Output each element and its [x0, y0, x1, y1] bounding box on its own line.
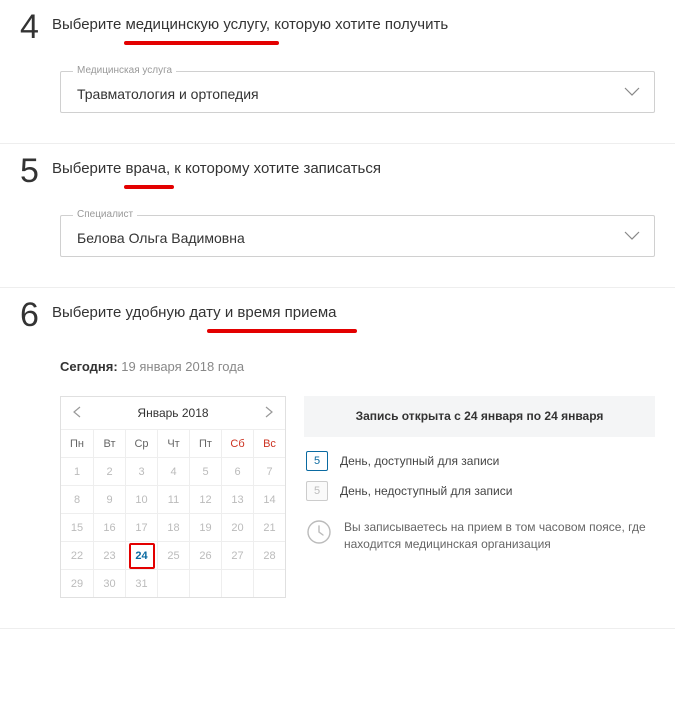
calendar-day-cell[interactable]: 13 [221, 485, 253, 513]
calendar-day-cell[interactable]: 18 [157, 513, 189, 541]
specialist-label: Специалист [73, 209, 137, 220]
section-4-title: Выберите медицинскую услугу, которую хот… [52, 16, 655, 33]
step-number-5: 5 [20, 154, 52, 188]
legend-unavailable-text: День, недоступный для записи [340, 484, 512, 498]
calendar-day-header: Пт [189, 429, 221, 457]
step-number-6: 6 [20, 298, 52, 332]
calendar-day-header: Вс [253, 429, 285, 457]
calendar-day-cell [189, 569, 221, 597]
legend-unavailable: 5 День, недоступный для записи [304, 481, 655, 501]
calendar-day-cell[interactable]: 14 [253, 485, 285, 513]
today-row: Сегодня: 19 января 2018 года [60, 359, 655, 374]
calendar-day-cell[interactable]: 20 [221, 513, 253, 541]
calendar-day-cell[interactable]: 11 [157, 485, 189, 513]
calendar-day-header: Пн [61, 429, 93, 457]
annotation-underline-6 [207, 329, 357, 333]
section-5-title: Выберите врача, к которому хотите записа… [52, 160, 655, 177]
today-label: Сегодня: [60, 359, 118, 374]
calendar-day-cell[interactable]: 22 [61, 541, 93, 569]
section-5: 5 Выберите врача, к которому хотите запи… [0, 144, 675, 288]
calendar-day-cell[interactable]: 29 [61, 569, 93, 597]
timezone-note: Вы записываетесь на прием в том часовом … [304, 519, 655, 554]
calendar-day-cell [253, 569, 285, 597]
calendar-day-cell[interactable]: 19 [189, 513, 221, 541]
calendar-day-cell[interactable]: 26 [189, 541, 221, 569]
calendar-day-cell[interactable]: 17 [125, 513, 157, 541]
info-column: Запись открыта с 24 января по 24 января … [304, 396, 655, 598]
legend-available-chip: 5 [306, 451, 328, 471]
calendar-day-cell[interactable]: 7 [253, 457, 285, 485]
medical-service-label: Медицинская услуга [73, 65, 176, 76]
section-4: 4 Выберите медицинскую услугу, которую х… [0, 0, 675, 144]
today-date: 19 января 2018 года [121, 359, 244, 374]
next-month-button[interactable] [257, 405, 281, 421]
chevron-down-icon [624, 87, 640, 97]
section-6: 6 Выберите удобную дату и время приема С… [0, 288, 675, 629]
medical-service-select[interactable]: Медицинская услуга Травматология и ортоп… [60, 71, 655, 113]
calendar-day-cell[interactable]: 10 [125, 485, 157, 513]
calendar-day-cell[interactable]: 27 [221, 541, 253, 569]
calendar-day-cell[interactable]: 3 [125, 457, 157, 485]
annotation-underline-4 [124, 41, 279, 45]
calendar-day-cell[interactable]: 2 [93, 457, 125, 485]
annotation-underline-5 [124, 185, 174, 189]
calendar-day-cell[interactable]: 15 [61, 513, 93, 541]
calendar-day-cell[interactable]: 23 [93, 541, 125, 569]
specialist-value: Белова Ольга Вадимовна [77, 230, 614, 246]
legend-available: 5 День, доступный для записи [304, 451, 655, 471]
calendar-day-cell[interactable]: 24 [125, 541, 157, 569]
timezone-text: Вы записываетесь на прием в том часовом … [344, 519, 655, 554]
calendar: Январь 2018 ПнВтСрЧтПтСбВс12345678910111… [60, 396, 286, 598]
calendar-day-cell[interactable]: 6 [221, 457, 253, 485]
calendar-day-cell[interactable]: 1 [61, 457, 93, 485]
calendar-day-cell [157, 569, 189, 597]
legend-available-text: День, доступный для записи [340, 454, 499, 468]
calendar-day-cell[interactable]: 4 [157, 457, 189, 485]
clock-icon [306, 519, 332, 545]
calendar-day-cell[interactable]: 9 [93, 485, 125, 513]
calendar-month: Январь 2018 [137, 406, 208, 420]
calendar-day-cell[interactable]: 5 [189, 457, 221, 485]
calendar-day-cell[interactable]: 25 [157, 541, 189, 569]
calendar-day-cell[interactable]: 30 [93, 569, 125, 597]
calendar-day-cell[interactable]: 21 [253, 513, 285, 541]
calendar-day-cell[interactable]: 12 [189, 485, 221, 513]
calendar-grid: ПнВтСрЧтПтСбВс12345678910111213141516171… [61, 429, 285, 597]
specialist-select[interactable]: Специалист Белова Ольга Вадимовна [60, 215, 655, 257]
calendar-day-header: Ср [125, 429, 157, 457]
chevron-down-icon [624, 231, 640, 241]
calendar-day-cell[interactable]: 31 [125, 569, 157, 597]
section-6-title: Выберите удобную дату и время приема [52, 304, 655, 321]
calendar-day-cell[interactable]: 8 [61, 485, 93, 513]
booking-open-banner: Запись открыта с 24 января по 24 января [304, 396, 655, 437]
legend-unavailable-chip: 5 [306, 481, 328, 501]
calendar-day-cell[interactable]: 16 [93, 513, 125, 541]
step-number-4: 4 [20, 10, 52, 44]
calendar-day-header: Вт [93, 429, 125, 457]
calendar-day-cell[interactable]: 28 [253, 541, 285, 569]
prev-month-button[interactable] [65, 405, 89, 421]
calendar-day-cell [221, 569, 253, 597]
calendar-day-header: Чт [157, 429, 189, 457]
calendar-header: Январь 2018 [61, 397, 285, 429]
medical-service-value: Травматология и ортопедия [77, 86, 614, 102]
calendar-day-header: Сб [221, 429, 253, 457]
